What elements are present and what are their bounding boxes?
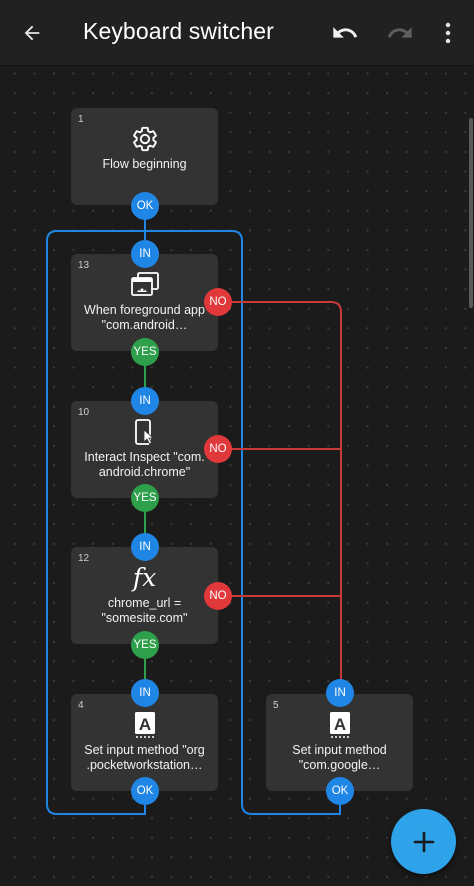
more-vert-icon: [445, 22, 451, 44]
port-no-block-13[interactable]: NO: [204, 288, 232, 316]
port-in-block-12[interactable]: IN: [131, 533, 159, 561]
block-label: chrome_url = "somesite.com": [101, 596, 188, 625]
keyboard-a-icon: A: [266, 710, 413, 740]
svg-text:A: A: [138, 715, 150, 734]
function-icon: fx: [132, 563, 157, 592]
port-in-block-13[interactable]: IN: [131, 240, 159, 268]
back-button[interactable]: [14, 15, 50, 51]
flow-block-1[interactable]: 1 Flow beginning: [71, 108, 218, 205]
block-label: Set input method "org .pocketworkstation…: [84, 743, 205, 772]
port-no-block-10[interactable]: NO: [204, 435, 232, 463]
touch-inspect-icon: [71, 417, 218, 447]
port-in-block-5[interactable]: IN: [326, 679, 354, 707]
redo-button[interactable]: [381, 15, 419, 51]
arrow-back-icon: [24, 25, 40, 41]
block-label: Set input method "com.google…: [292, 743, 387, 772]
page-title: Keyboard switcher: [83, 18, 274, 44]
more-options-button[interactable]: [436, 15, 460, 51]
port-yes-block-10[interactable]: YES: [131, 484, 159, 512]
block-label: Interact Inspect "com. android.chrome": [84, 450, 205, 479]
svg-text:A: A: [333, 715, 345, 734]
plus-icon: [413, 831, 434, 852]
port-in-block-4[interactable]: IN: [131, 679, 159, 707]
block-label: Flow beginning: [102, 157, 187, 171]
scrollbar[interactable]: [469, 118, 473, 308]
add-block-button[interactable]: [391, 809, 456, 874]
app-windows-icon: [71, 270, 218, 300]
port-ok-block-5[interactable]: OK: [326, 777, 354, 805]
port-in-block-10[interactable]: IN: [131, 387, 159, 415]
undo-icon: [333, 27, 358, 38]
app-bar: Keyboard switcher: [0, 0, 474, 66]
port-yes-block-13[interactable]: YES: [131, 338, 159, 366]
undo-button[interactable]: [326, 15, 364, 51]
port-ok-block-1[interactable]: OK: [131, 192, 159, 220]
flow-block-12[interactable]: 12 fx chrome_url = "somesite.com": [71, 547, 218, 644]
gear-icon: [71, 124, 218, 154]
block-label: When foreground app "com.android…: [84, 303, 205, 332]
port-ok-block-4[interactable]: OK: [131, 777, 159, 805]
keyboard-a-icon: A: [71, 710, 218, 740]
port-no-block-12[interactable]: NO: [204, 582, 232, 610]
wire-13-no-to-5: [231, 301, 342, 681]
port-yes-block-12[interactable]: YES: [131, 631, 159, 659]
flow-block-13[interactable]: 13 When foreground app "com.android…: [71, 254, 218, 351]
redo-icon: [387, 27, 412, 38]
